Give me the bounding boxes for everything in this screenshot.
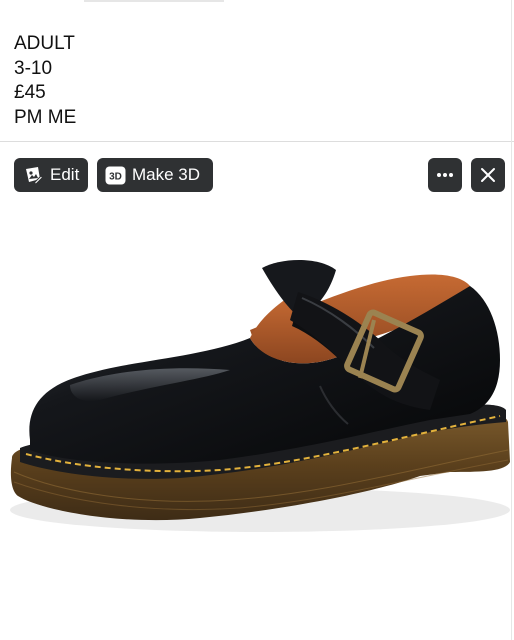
make-3d-button[interactable]: 3D Make 3D [97,158,213,192]
3d-icon: 3D [105,166,126,185]
photo-edit-icon [23,165,43,185]
right-edge-line [511,0,512,640]
close-icon [480,167,496,183]
edit-button[interactable]: Edit [14,158,88,192]
3d-icon-text: 3D [109,171,122,182]
divider [0,141,514,142]
post-line-contact: PM ME [14,106,77,128]
post-line-price: £45 [14,82,46,103]
ellipsis-icon [436,172,454,178]
make-3d-button-label: Make 3D [132,165,201,184]
black-mary-jane-shoe-image [10,260,511,532]
photo-toolbar: Edit 3D Make 3D [0,156,514,194]
top-handle [84,0,224,2]
post-line-category: ADULT [14,33,75,54]
post-caption: ADULT 3-10 £45 PM ME [14,32,76,130]
post-line-sizes: 3-10 [14,57,53,79]
edit-button-label: Edit [50,165,80,184]
more-options-button[interactable] [428,158,462,192]
product-photo[interactable] [0,210,514,630]
close-button[interactable] [471,158,505,192]
